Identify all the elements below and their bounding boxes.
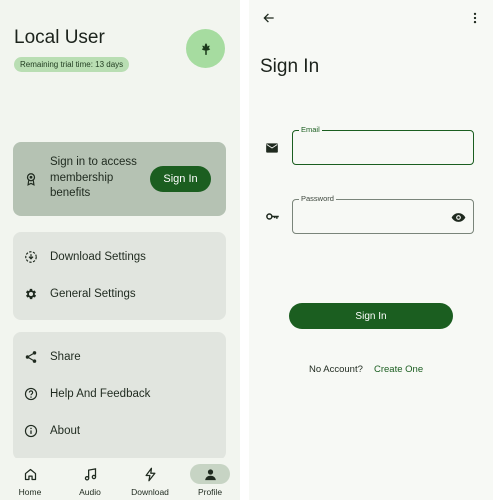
more-card: Share Help And Feedback About (13, 332, 226, 460)
general-settings-item[interactable]: General Settings (13, 279, 226, 309)
home-icon (10, 464, 50, 484)
help-feedback-item[interactable]: Help And Feedback (13, 379, 226, 409)
nav-profile-label: Profile (197, 487, 223, 497)
back-arrow-icon[interactable] (260, 9, 278, 27)
gear-icon (24, 287, 38, 301)
email-label: Email (299, 125, 322, 134)
create-account-link[interactable]: Create One (374, 364, 423, 375)
sign-in-submit-button[interactable]: Sign In (289, 303, 453, 329)
bottom-navigation: Home Audio Download Profile (0, 458, 240, 500)
lightning-icon (130, 464, 170, 484)
page-title: Sign In (260, 56, 320, 77)
help-feedback-label: Help And Feedback (50, 388, 151, 400)
signin-message: Sign in to access membership benefits (50, 156, 137, 199)
download-settings-item[interactable]: Download Settings (13, 242, 226, 272)
signin-card: Sign in to access membership benefits Si… (13, 142, 226, 216)
password-label: Password (299, 194, 336, 203)
nav-download[interactable]: Download (120, 458, 180, 500)
no-account-text: No Account? (309, 364, 363, 375)
settings-card: Download Settings General Settings (13, 232, 226, 320)
download-settings-icon (24, 250, 38, 264)
user-name: Local User (14, 27, 105, 48)
nav-audio-label: Audio (79, 487, 101, 497)
eye-icon[interactable] (450, 209, 466, 225)
share-item[interactable]: Share (13, 342, 226, 372)
nav-audio[interactable]: Audio (60, 458, 120, 500)
download-settings-label: Download Settings (50, 251, 146, 263)
general-settings-label: General Settings (50, 288, 136, 300)
screen-divider (240, 0, 249, 500)
trial-badge: Remaining trial time: 13 days (14, 57, 130, 72)
nav-download-label: Download (131, 487, 169, 497)
profile-screen: Local User Remaining trial time: 13 days… (0, 0, 240, 500)
nav-home-label: Home (18, 487, 42, 497)
help-icon (24, 387, 38, 401)
about-item[interactable]: About (13, 416, 226, 446)
more-vert-icon[interactable] (466, 9, 484, 27)
password-field[interactable]: Password (292, 194, 474, 234)
share-label: Share (50, 351, 81, 363)
nav-profile[interactable]: Profile (180, 458, 240, 500)
signin-screen: Sign In Email Password Sign In No Accoun… (249, 0, 493, 500)
mail-icon (264, 140, 280, 156)
nav-home[interactable]: Home (0, 458, 60, 500)
music-note-icon (70, 464, 110, 484)
about-label: About (50, 425, 81, 437)
key-icon (264, 208, 280, 224)
flower-icon (201, 42, 210, 55)
info-icon (24, 424, 38, 438)
email-field[interactable]: Email (292, 125, 474, 165)
sign-in-button[interactable]: Sign In (150, 166, 211, 192)
badge-icon (24, 172, 38, 186)
share-icon (24, 350, 38, 364)
avatar[interactable] (186, 29, 225, 68)
person-icon (190, 464, 230, 484)
